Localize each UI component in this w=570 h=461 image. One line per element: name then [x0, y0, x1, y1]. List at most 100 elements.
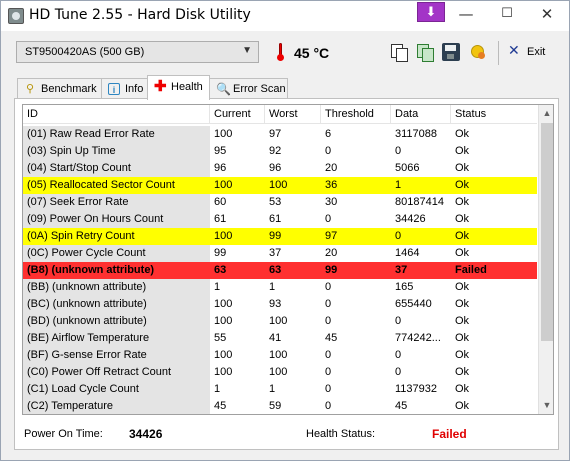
- table-row[interactable]: (05) Reallocated Sector Count 100 100 36 1 Ok: [23, 177, 537, 194]
- current-cell: 100: [210, 177, 265, 194]
- column-header-threshold[interactable]: Threshold: [321, 105, 391, 124]
- threshold-cell: 0: [325, 383, 332, 395]
- table-row[interactable]: (BD) (unknown attribute) 100 100 0 0 Ok: [23, 313, 537, 330]
- data-cell: 0: [395, 349, 402, 361]
- status-cell: Ok: [455, 383, 470, 395]
- attribute-id-cell: (05) Reallocated Sector Count: [23, 177, 210, 194]
- column-header-current[interactable]: Current: [210, 105, 265, 124]
- table-row[interactable]: (B8) (unknown attribute) 63 63 99 37 Failed: [23, 262, 537, 279]
- status-cell: Ok: [455, 366, 470, 378]
- attribute-id-cell: (BC) (unknown attribute): [23, 296, 210, 313]
- column-header-id[interactable]: ID: [23, 105, 210, 124]
- worst-cell: 53: [269, 196, 282, 208]
- tab-label: Info: [125, 83, 144, 95]
- current-cell: 95: [214, 145, 227, 157]
- scroll-down-arrow-icon[interactable]: ▼: [539, 397, 553, 414]
- table-row[interactable]: (BC) (unknown attribute) 100 93 0 655440 Ok: [23, 296, 537, 313]
- current-cell: 100: [214, 315, 233, 327]
- toolbar-separator: [498, 41, 499, 65]
- column-header-worst[interactable]: Worst: [265, 105, 321, 124]
- worst-cell: 99: [265, 228, 321, 245]
- data-cell: 80187414: [395, 196, 444, 208]
- download-icon[interactable]: ⬇: [417, 2, 445, 22]
- exit-button[interactable]: ✕ Exit: [505, 43, 549, 61]
- column-header-data[interactable]: Data: [391, 105, 451, 124]
- status-cell: Ok: [455, 128, 470, 140]
- copy-all-icon[interactable]: [416, 43, 434, 62]
- current-cell: 100: [210, 228, 265, 245]
- tab-label: Error Scan: [233, 83, 286, 95]
- worst-cell: 100: [269, 349, 288, 361]
- close-button[interactable]: ✕: [527, 1, 567, 29]
- power-on-time-value: 34426: [129, 427, 163, 441]
- worst-cell: 97: [269, 128, 282, 140]
- copy-icon[interactable]: [390, 43, 408, 62]
- minimize-button[interactable]: —: [446, 1, 486, 29]
- maximize-button[interactable]: ☐: [487, 1, 527, 29]
- table-row[interactable]: (BF) G-sense Error Rate 100 100 0 0 Ok: [23, 347, 537, 364]
- drive-select[interactable]: ST9500420AS (500 GB) ▼: [16, 41, 259, 63]
- current-cell: 55: [214, 332, 227, 344]
- threshold-cell: 20: [325, 162, 338, 174]
- health-icon: ✚: [154, 78, 167, 95]
- threshold-cell: 0: [325, 400, 332, 412]
- window-title: HD Tune 2.55 - Hard Disk Utility: [29, 7, 251, 23]
- current-cell: 100: [214, 298, 233, 310]
- worst-cell: 37: [269, 247, 282, 259]
- tab-benchmark[interactable]: ⚲ Benchmark: [17, 78, 102, 99]
- data-cell: 0: [395, 366, 402, 378]
- options-icon[interactable]: [469, 43, 487, 61]
- chevron-down-icon: ▼: [242, 45, 252, 56]
- data-cell: 37: [391, 262, 451, 279]
- table-row[interactable]: (03) Spin Up Time 95 92 0 0 Ok: [23, 143, 537, 160]
- data-cell: 1464: [395, 247, 420, 259]
- table-row[interactable]: (BB) (unknown attribute) 1 1 0 165 Ok: [23, 279, 537, 296]
- table-row[interactable]: (04) Start/Stop Count 96 96 20 5066 Ok: [23, 160, 537, 177]
- worst-cell: 1: [269, 383, 276, 395]
- column-header-status[interactable]: Status: [451, 105, 537, 124]
- status-cell: Ok: [455, 247, 470, 259]
- table-row[interactable]: (0C) Power Cycle Count 99 37 20 1464 Ok: [23, 245, 537, 262]
- tab-health[interactable]: ✚ Health: [147, 75, 210, 100]
- scroll-thumb[interactable]: [541, 123, 553, 341]
- scroll-up-arrow-icon[interactable]: ▲: [539, 105, 553, 122]
- threshold-cell: 0: [325, 145, 332, 157]
- table-row[interactable]: (C1) Load Cycle Count 1 1 0 1137932 Ok: [23, 381, 537, 398]
- status-cell: Ok: [455, 349, 470, 361]
- vertical-scrollbar[interactable]: ▲ ▼: [538, 105, 553, 414]
- tab-info[interactable]: i Info: [101, 78, 148, 99]
- table-row[interactable]: (07) Seek Error Rate 60 53 30 80187414 Ok: [23, 194, 537, 211]
- table-header: ID Current Worst Threshold Data Status: [23, 105, 537, 124]
- data-cell: 45: [395, 400, 408, 412]
- table-row[interactable]: (C2) Temperature 45 59 0 45 Ok: [23, 398, 537, 414]
- worst-cell: 61: [269, 213, 282, 225]
- status-cell: Ok: [455, 196, 470, 208]
- table-row[interactable]: (01) Raw Read Error Rate 100 97 6 3117088 Ok: [23, 126, 537, 143]
- table-row[interactable]: (09) Power On Hours Count 61 61 0 34426 Ok: [23, 211, 537, 228]
- table-body: (01) Raw Read Error Rate 100 97 6 3117088 Ok (…: [23, 126, 537, 414]
- data-cell: 165: [395, 281, 414, 293]
- save-icon[interactable]: [442, 43, 460, 61]
- current-cell: 45: [214, 400, 227, 412]
- status-cell: Ok: [455, 162, 470, 174]
- status-cell: Ok: [455, 145, 470, 157]
- attribute-id-cell: (C2) Temperature: [23, 398, 210, 414]
- table-row[interactable]: (C0) Power Off Retract Count 100 100 0 0 Ok: [23, 364, 537, 381]
- data-cell: 0: [395, 145, 402, 157]
- smart-attributes-table[interactable]: ID Current Worst Threshold Data Status (…: [22, 104, 554, 415]
- title-bar[interactable]: HD Tune 2.55 - Hard Disk Utility ⬇ — ☐ ✕: [1, 1, 569, 31]
- tab-error-scan[interactable]: 🔍 Error Scan: [209, 78, 288, 99]
- exit-label: Exit: [527, 46, 546, 58]
- status-cell: Ok: [451, 177, 537, 194]
- threshold-cell: 0: [325, 349, 332, 361]
- status-cell: Ok: [455, 400, 470, 412]
- table-row[interactable]: (BE) Airflow Temperature 55 41 45 774242... O…: [23, 330, 537, 347]
- attribute-id-cell: (09) Power On Hours Count: [23, 211, 210, 228]
- data-cell: 655440: [395, 298, 432, 310]
- data-cell: 1: [391, 177, 451, 194]
- table-row[interactable]: (0A) Spin Retry Count 100 99 97 0 Ok: [23, 228, 537, 245]
- attribute-id-cell: (07) Seek Error Rate: [23, 194, 210, 211]
- status-cell: Ok: [455, 315, 470, 327]
- worst-cell: 96: [269, 162, 282, 174]
- attribute-id-cell: (BB) (unknown attribute): [23, 279, 210, 296]
